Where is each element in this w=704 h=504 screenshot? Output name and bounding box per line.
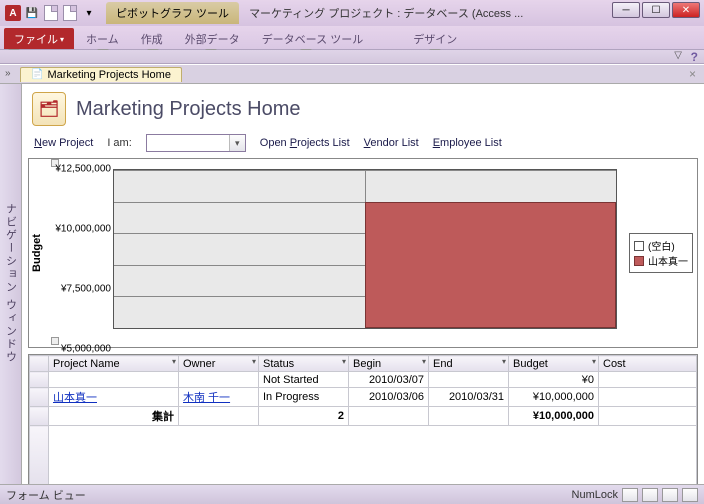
numlock-label: NumLock [572,489,618,501]
form-body: 🗂 Marketing Projects Home NNew Projectew… [22,84,704,484]
tab-external-data[interactable]: 外部データX [175,28,250,49]
maximize-button[interactable]: ☐ [642,2,670,18]
category-dropzone-icon[interactable] [51,337,59,345]
table-header-row: Project Name▾ Owner▾ Status▾ Begin▾ End▾… [30,356,697,372]
col-begin[interactable]: Begin▾ [349,356,429,372]
tab-close-icon[interactable]: × [689,67,696,81]
col-budget[interactable]: Budget▾ [509,356,599,372]
y-tick: ¥7,500,000 [61,284,111,295]
new-project-link[interactable]: NNew Projectew Project [34,137,93,149]
chart-legend: (空白) 山本真一 [625,159,697,347]
ribbon-tabs: ファイル▾ F ホームH 作成C 外部データX データベース ツールY デザイン… [0,26,704,50]
open-projects-link[interactable]: Open Projects List [260,137,350,149]
navpane-expand-icon[interactable]: » [5,68,11,79]
navpane-label: ナビゲーション ウィンドウ [3,203,19,364]
chart-bar-yamamoto[interactable] [365,202,616,328]
ribbon-collapse-icon[interactable]: ▽ [674,50,682,61]
close-button[interactable]: ✕ [672,2,700,18]
legend-item-yamamoto: 山本真一 [634,253,688,268]
col-end[interactable]: End▾ [429,356,509,372]
plot-area [113,169,617,329]
command-link-bar: NNew Projectew Project I am: ▾ Open Proj… [28,132,698,158]
undo-icon[interactable] [42,4,60,22]
chart-y-axis-label: Budget [29,159,45,347]
y-tick: ¥10,000,000 [55,224,111,235]
vendor-list-link[interactable]: Vendor List [364,137,419,149]
help-icon[interactable]: ? [691,50,698,64]
save-icon[interactable]: 💾 [23,4,41,22]
tab-create[interactable]: 作成C [131,28,173,49]
table-row[interactable]: Not Started 2010/03/07 ¥0 [30,372,697,388]
legend-item-blank: (空白) [634,238,688,253]
tab-file[interactable]: ファイル▾ F [4,28,74,49]
chevron-down-icon[interactable]: ▾ [229,135,245,151]
redo-icon[interactable] [61,4,79,22]
col-owner[interactable]: Owner▾ [179,356,259,372]
form-icon: 🗂 [32,92,66,126]
owner-link[interactable]: 木南 千一 [183,392,230,404]
qat-dropdown-icon[interactable]: ▾ [80,4,98,22]
view-mode-label: フォーム ビュー [6,487,86,503]
pivot-chart[interactable]: Budget ¥12,500,000 ¥10,000,000 ¥7,500,00… [28,158,698,348]
table-row[interactable]: 山本真一 木南 千一 In Progress 2010/03/06 2010/0… [30,388,697,407]
document-tab[interactable]: 📄 Marketing Projects Home [20,67,182,82]
navigation-pane-collapsed[interactable]: » ナビゲーション ウィンドウ [0,84,22,484]
document-tabstrip: 📄 Marketing Projects Home × [0,64,704,84]
project-link[interactable]: 山本真一 [53,392,97,404]
projects-datasheet[interactable]: Project Name▾ Owner▾ Status▾ Begin▾ End▾… [28,354,698,484]
col-cost[interactable]: Cost [599,356,697,372]
col-project-name[interactable]: Project Name▾ [49,356,179,372]
employee-list-link[interactable]: Employee List [433,137,502,149]
table-row [30,426,697,485]
title-bar: A 💾 ▾ ピボットグラフ ツール マーケティング プロジェクト : データベー… [0,0,704,26]
select-all-cell[interactable] [30,356,49,372]
view-design-icon[interactable] [682,488,698,502]
form-icon: 📄 [31,69,43,80]
chart-plot-area: ¥12,500,000 ¥10,000,000 ¥7,500,000 ¥5,00… [45,159,625,347]
status-bar: フォーム ビュー NumLock [0,484,704,504]
table-total-row: 集計 2 ¥10,000,000 [30,407,697,426]
view-form-icon[interactable] [622,488,638,502]
tab-database-tools[interactable]: データベース ツールY [252,28,374,49]
app-icon[interactable]: A [4,4,22,22]
contextual-tab-label: ピボットグラフ ツール [106,2,239,24]
view-layout-icon[interactable] [662,488,678,502]
y-tick: ¥12,500,000 [55,164,111,175]
quick-access-toolbar: A 💾 ▾ [0,4,102,22]
page-title: Marketing Projects Home [76,98,301,121]
iam-label: I am: [107,137,131,149]
col-status[interactable]: Status▾ [259,356,349,372]
document-tab-label: Marketing Projects Home [47,69,171,81]
view-datasheet-icon[interactable] [642,488,658,502]
iam-combo[interactable]: ▾ [146,134,246,152]
ribbon-collapsed-area: ▽ ? [0,50,704,64]
minimize-button[interactable]: ─ [612,2,640,18]
window-title: マーケティング プロジェクト : データベース (Access ... [249,5,523,21]
tab-home[interactable]: ホームH [76,28,129,49]
tab-design[interactable]: デザインJP [403,28,467,49]
